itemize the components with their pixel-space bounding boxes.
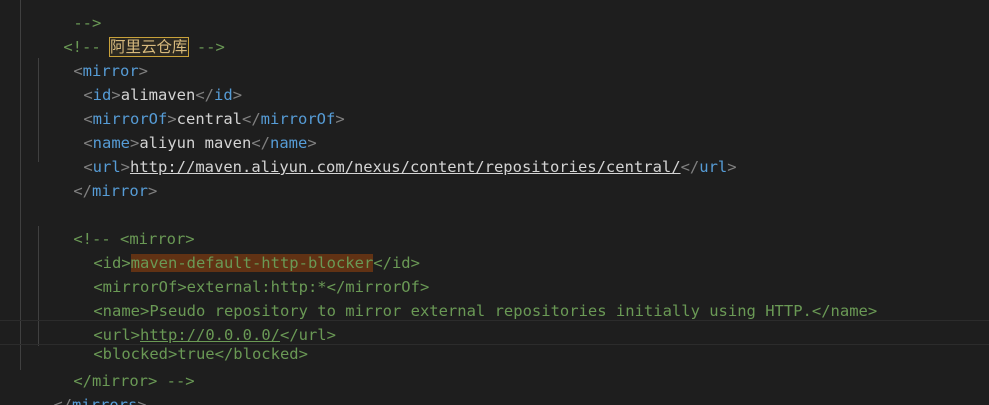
- code-line: </mirror> -->: [0, 345, 989, 390]
- current-line[interactable]: <blocked>true</blocked>: [0, 320, 989, 363]
- code-line: <id>alimaven</id>: [83, 86, 243, 104]
- code-line: <mirror>: [73, 62, 149, 80]
- code-line: </mirrors>: [0, 369, 989, 405]
- tag-mirror-close: mirror: [92, 182, 148, 200]
- code-line: <mirrorOf>external:http:*</mirrorOf>: [0, 251, 989, 296]
- code-line: <!-- 阿里云仓库 -->: [0, 11, 989, 57]
- code-line: <name>aliyun maven</name>: [83, 134, 317, 152]
- code-line: <name>Pseudo repository to mirror extern…: [0, 275, 989, 320]
- code-line: <!-- <mirror>: [0, 203, 989, 248]
- code-line: -->: [0, 0, 989, 32]
- code-editor[interactable]: --> <!-- 阿里云仓库 --> <mirror> <id>alimaven…: [0, 0, 989, 405]
- code-line: <id>maven-default-http-blocker</id>: [0, 227, 989, 272]
- code-line: </mirror>: [73, 182, 158, 200]
- tag-mirrors-close: mirrors: [72, 396, 138, 405]
- code-line: <mirrorOf>central</mirrorOf>: [83, 110, 345, 128]
- code-line: <url>http://maven.aliyun.com/nexus/conte…: [83, 158, 737, 176]
